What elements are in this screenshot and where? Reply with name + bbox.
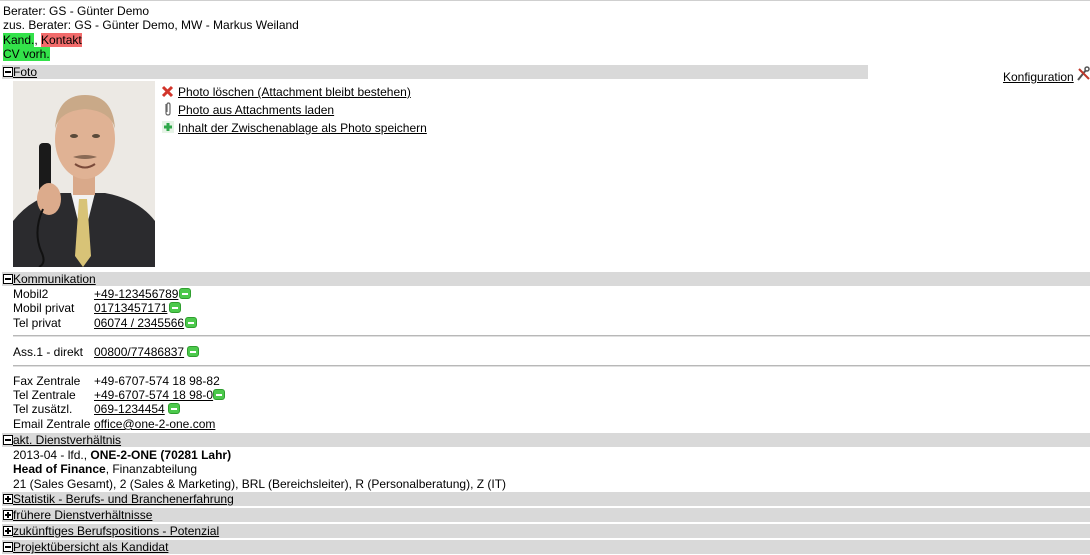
section-zukuenftiges-label[interactable]: zukünftiges Berufspositions - Potenzial [13,524,219,538]
photo-delete-link[interactable]: Photo löschen (Attachment bleibt bestehe… [178,85,411,99]
section-foto[interactable]: Foto [2,65,868,79]
call-icon[interactable] [168,403,180,414]
expand-icon[interactable] [3,510,13,520]
section-kommunikation[interactable]: Kommunikation [2,272,1090,286]
section-dienstverhaeltnis[interactable]: akt. Dienstverhältnis [2,433,1090,447]
category-codes: 21 (Sales Gesamt), 2 (Sales & Marketing)… [13,477,507,491]
photo-delete-action[interactable]: Photo löschen (Attachment bleibt bestehe… [161,84,411,100]
collapse-icon[interactable] [3,67,13,77]
cv-tag-line: CV vorh. [3,47,50,61]
comm-value: +49-6707-574 18 98-82 [94,374,220,388]
section-dienstverhaeltnis-label[interactable]: akt. Dienstverhältnis [13,433,121,447]
position-line: Head of Finance, Finanzabteilung [13,462,197,476]
comm-key: Ass.1 - direkt [13,345,84,359]
comm-key: Tel zusätzl. [13,402,73,416]
comm-value-link[interactable]: +49-123456789 [94,287,178,301]
comm-key: Mobil2 [13,287,49,301]
comm-value-link[interactable]: 01713457171 [94,301,167,315]
call-icon[interactable] [179,288,191,299]
collapse-icon[interactable] [3,542,13,552]
section-projekte-label[interactable]: Projektübersicht als Kandidat [13,540,168,554]
group-divider [13,365,1090,367]
kand-badge: Kand. [3,33,35,47]
green-plus-icon [162,121,174,133]
comm-key: Tel privat [13,316,62,330]
email-link[interactable]: office@one-2-one.com [94,417,215,431]
zus-berater-line: zus. Berater: GS - Günter Demo, MW - Mar… [3,18,299,32]
collapse-icon[interactable] [3,435,13,445]
delete-x-icon [161,85,174,98]
employment-date: 2013-04 - lfd., [13,448,91,462]
call-icon[interactable] [187,346,199,357]
comm-key: Mobil privat [13,301,75,315]
section-foto-label[interactable]: Foto [13,65,37,79]
konfiguration-link[interactable]: Konfiguration [1003,70,1074,84]
section-zukuenftiges[interactable]: zukünftiges Berufspositions - Potenzial [2,524,1090,538]
photo-load-action[interactable]: Photo aus Attachments laden [161,102,334,118]
department: , Finanzabteilung [105,462,198,476]
top-border [0,0,1090,1]
status-tags: Kand., Kontakt [3,33,82,47]
section-fruehere-label[interactable]: frühere Dienstverhältnisse [13,508,152,522]
paperclip-icon [165,102,171,116]
photo-clipboard-link[interactable]: Inhalt der Zwischenablage als Photo spei… [178,121,427,135]
photo-load-link[interactable]: Photo aus Attachments laden [178,103,334,117]
candidate-photo [13,81,155,267]
section-kommunikation-label[interactable]: Kommunikation [13,272,96,286]
comm-key: Email Zentrale [13,417,91,431]
comm-key: Tel Zentrale [13,388,76,402]
employment-line: 2013-04 - lfd., ONE-2-ONE (70281 Lahr) [13,448,231,462]
tools-icon[interactable] [1075,66,1090,82]
expand-icon[interactable] [3,494,13,504]
position-title: Head of Finance [13,462,106,476]
cv-badge: CV vorh. [3,47,50,61]
comm-key: Fax Zentrale [13,374,81,388]
employer-name: ONE-2-ONE (70281 Lahr) [90,448,232,462]
comm-value-link[interactable]: 069-1234454 [94,402,165,416]
photo-clipboard-action[interactable]: Inhalt der Zwischenablage als Photo spei… [161,120,427,136]
call-icon[interactable] [213,389,225,400]
comm-value-link[interactable]: 00800/77486837 [94,345,184,359]
section-projekte[interactable]: Projektübersicht als Kandidat [2,540,1090,554]
comm-value-link[interactable]: 06074 / 2345566 [94,316,184,330]
comm-value-link[interactable]: +49-6707-574 18 98-0 [94,388,213,402]
call-icon[interactable] [185,317,197,328]
group-divider [13,335,1090,337]
kontakt-badge: Kontakt [41,33,82,47]
call-icon[interactable] [169,302,181,313]
section-statistik[interactable]: Statistik - Berufs- und Branchenerfahrun… [2,492,1090,506]
section-statistik-label[interactable]: Statistik - Berufs- und Branchenerfahrun… [13,492,234,506]
berater-line: Berater: GS - Günter Demo [3,4,150,18]
collapse-icon[interactable] [3,274,13,284]
tag-separator: , [34,33,38,47]
section-fruehere[interactable]: frühere Dienstverhältnisse [2,508,1090,522]
expand-icon[interactable] [3,526,13,536]
